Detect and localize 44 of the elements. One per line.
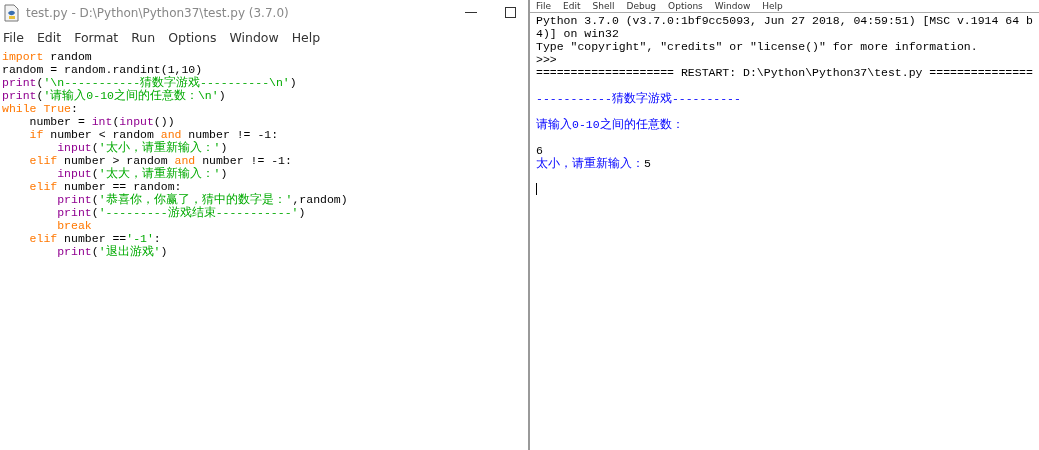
menu-item[interactable]: Window (229, 30, 279, 45)
maximize-icon[interactable] (505, 7, 516, 18)
shell-line: -----------猜数字游戏---------- (536, 92, 741, 105)
menu-item[interactable]: Options (668, 1, 703, 11)
code-line: input('太大，请重新输入：') (56, 167, 229, 180)
code-line: elif number == random: (28, 180, 183, 193)
code-line: print('退出游戏') (56, 245, 169, 258)
shell-line: 6 (536, 144, 543, 157)
shell-line: ==================== RESTART: D:\Python\Python37\test.py =============== (536, 66, 1033, 79)
code-line: break (56, 219, 93, 232)
code-line: print('请输入0-10之间的任意数：\n') (2, 89, 227, 102)
text-cursor (536, 183, 537, 195)
code-line: print('恭喜你，你赢了，猜中的数字是：',random) (56, 193, 349, 206)
code-line: print('\n-----------猜数字游戏----------\n') (2, 76, 298, 89)
menu-item[interactable]: File (3, 30, 24, 45)
shell-line: Type "copyright", "credits" or "license()" for more information. (536, 40, 978, 53)
shell-line: >>> (536, 53, 557, 66)
menu-item[interactable]: Shell (592, 1, 615, 11)
shell-line: 请输入0-10之间的任意数： (536, 118, 684, 131)
menu-item[interactable]: Run (131, 30, 156, 45)
menu-item[interactable]: Help (291, 30, 321, 45)
menu-item[interactable]: Help (762, 1, 783, 11)
code-line: input('太小，请重新输入：') (56, 141, 229, 154)
minimize-icon[interactable] (465, 11, 477, 14)
menu-item[interactable]: Format (74, 30, 119, 45)
menu-item[interactable]: Window (714, 1, 751, 11)
menu-item[interactable]: Edit (36, 30, 62, 45)
code-line: elif number =='-1': (28, 232, 162, 245)
code-line: if number < random and number != -1: (28, 128, 280, 141)
menu-item[interactable]: Debug (626, 1, 657, 11)
shell-line: 4)] on win32 (536, 27, 619, 40)
shell-line: 太小，请重新输入：5 (536, 157, 651, 170)
menu-item[interactable]: Edit (563, 1, 581, 11)
code-line: import random (2, 50, 93, 63)
shell-line: Python 3.7.0 (v3.7.0:1bf9cc5093, Jun 27 2018, 04:59:51) [MSC v.1914 64 b (536, 14, 1033, 27)
code-line: number = int(input()) (28, 115, 176, 128)
code-line: while True: (2, 102, 79, 115)
menu-item[interactable]: Options (168, 30, 217, 45)
code-line: elif number > random and number != -1: (28, 154, 293, 167)
code-line: random = random.randint(1,10) (2, 63, 204, 76)
file-icon (4, 3, 20, 22)
window-title: test.py - D:\Python\Python37\test.py (3.7.0) (26, 5, 289, 20)
code-line: print('---------游戏结束-----------') (56, 206, 307, 219)
menu-item[interactable]: File (536, 1, 552, 11)
